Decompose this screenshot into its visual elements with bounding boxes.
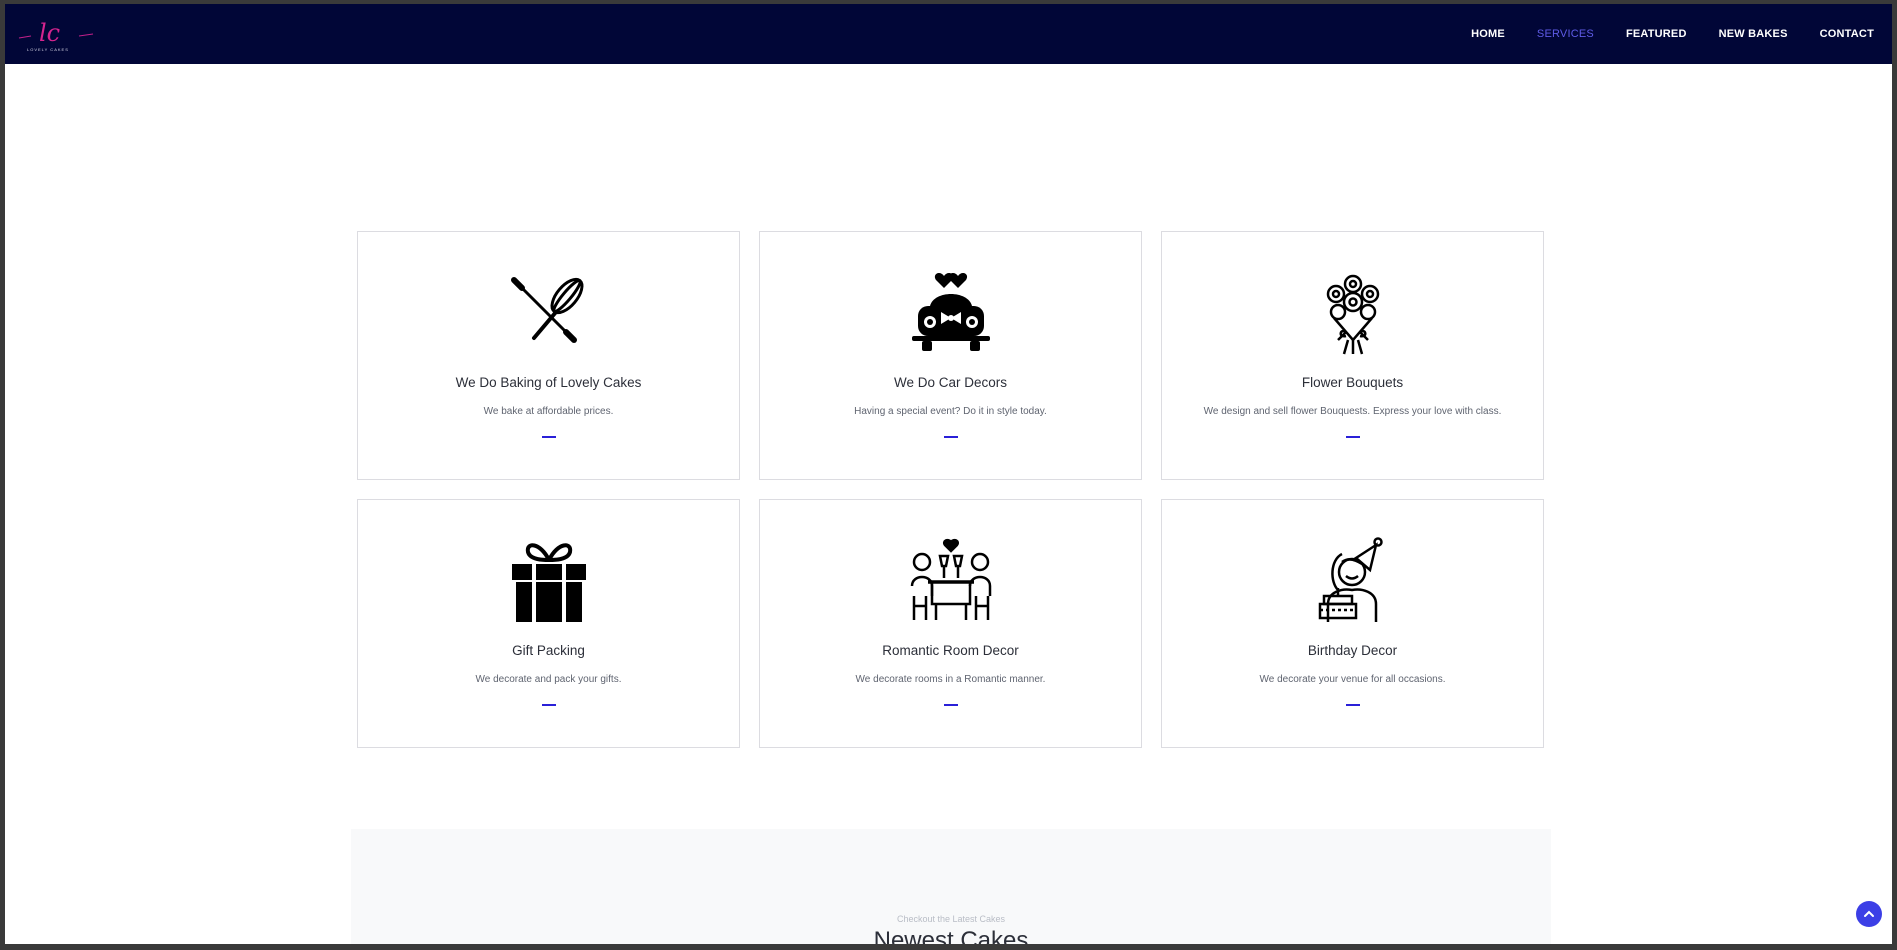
navbar: lc LOVELY CAKES HOME SERVICES FEATURED N… xyxy=(5,4,1892,64)
service-card-birthday[interactable]: Birthday Decor We decorate your venue fo… xyxy=(1161,499,1544,748)
nav-featured[interactable]: FEATURED xyxy=(1626,28,1687,40)
page-viewport: lc LOVELY CAKES HOME SERVICES FEATURED N… xyxy=(5,4,1892,944)
service-description: Having a special event? Do it in style t… xyxy=(854,406,1047,417)
service-accent-line xyxy=(541,704,556,706)
back-to-top-button[interactable] xyxy=(1856,901,1882,927)
service-title: Romantic Room Decor xyxy=(882,643,1019,658)
service-card-baking[interactable]: We Do Baking of Lovely Cakes We bake at … xyxy=(357,231,740,480)
nav-new-bakes[interactable]: NEW BAKES xyxy=(1719,28,1788,40)
svg-text:lc: lc xyxy=(39,19,60,47)
service-title: We Do Baking of Lovely Cakes xyxy=(455,375,642,390)
service-accent-line xyxy=(943,436,958,438)
main-nav: HOME SERVICES FEATURED NEW BAKES CONTACT xyxy=(1471,4,1874,64)
service-accent-line xyxy=(943,704,958,706)
section-subtitle: Checkout the Latest Cakes xyxy=(896,914,1006,924)
service-description: We decorate and pack your gifts. xyxy=(475,674,622,685)
service-title: Flower Bouquets xyxy=(1301,375,1404,390)
service-card-car-decor[interactable]: We Do Car Decors Having a special event?… xyxy=(759,231,1142,480)
romantic-dinner-icon xyxy=(910,538,991,620)
nav-contact[interactable]: CONTACT xyxy=(1820,28,1874,40)
service-description: We design and sell flower Bouquests. Exp… xyxy=(1203,406,1502,417)
service-title: Birthday Decor xyxy=(1307,643,1398,658)
birthday-person-icon xyxy=(1318,537,1383,622)
whisk-rolling-pin-icon xyxy=(510,277,583,343)
nav-home[interactable]: HOME xyxy=(1471,28,1505,40)
chevron-up-icon xyxy=(1864,910,1874,917)
service-description: We decorate rooms in a Romantic manner. xyxy=(855,674,1046,685)
services-grid: We Do Baking of Lovely Cakes We bake at … xyxy=(357,231,1549,748)
service-accent-line xyxy=(1345,436,1360,438)
gift-box-icon xyxy=(511,543,586,622)
flower-bouquet-icon xyxy=(1326,274,1379,355)
service-card-gift-packing[interactable]: Gift Packing We decorate and pack your g… xyxy=(357,499,740,748)
newest-cakes-section: Checkout the Latest Cakes Newest Cakes xyxy=(351,829,1551,944)
service-card-bouquets[interactable]: Flower Bouquets We design and sell flowe… xyxy=(1161,231,1544,480)
wedding-car-icon xyxy=(911,273,990,351)
service-description: We decorate your venue for all occasions… xyxy=(1259,674,1446,685)
service-title: We Do Car Decors xyxy=(893,375,1008,390)
service-title: Gift Packing xyxy=(512,643,585,658)
section-title: Newest Cakes xyxy=(873,927,1029,944)
service-description: We bake at affordable prices. xyxy=(483,406,614,417)
nav-services[interactable]: SERVICES xyxy=(1537,28,1594,40)
service-card-romantic-room[interactable]: Romantic Room Decor We decorate rooms in… xyxy=(759,499,1142,748)
service-accent-line xyxy=(541,436,556,438)
brand-tagline: LOVELY CAKES xyxy=(27,47,69,52)
service-accent-line xyxy=(1345,704,1360,706)
